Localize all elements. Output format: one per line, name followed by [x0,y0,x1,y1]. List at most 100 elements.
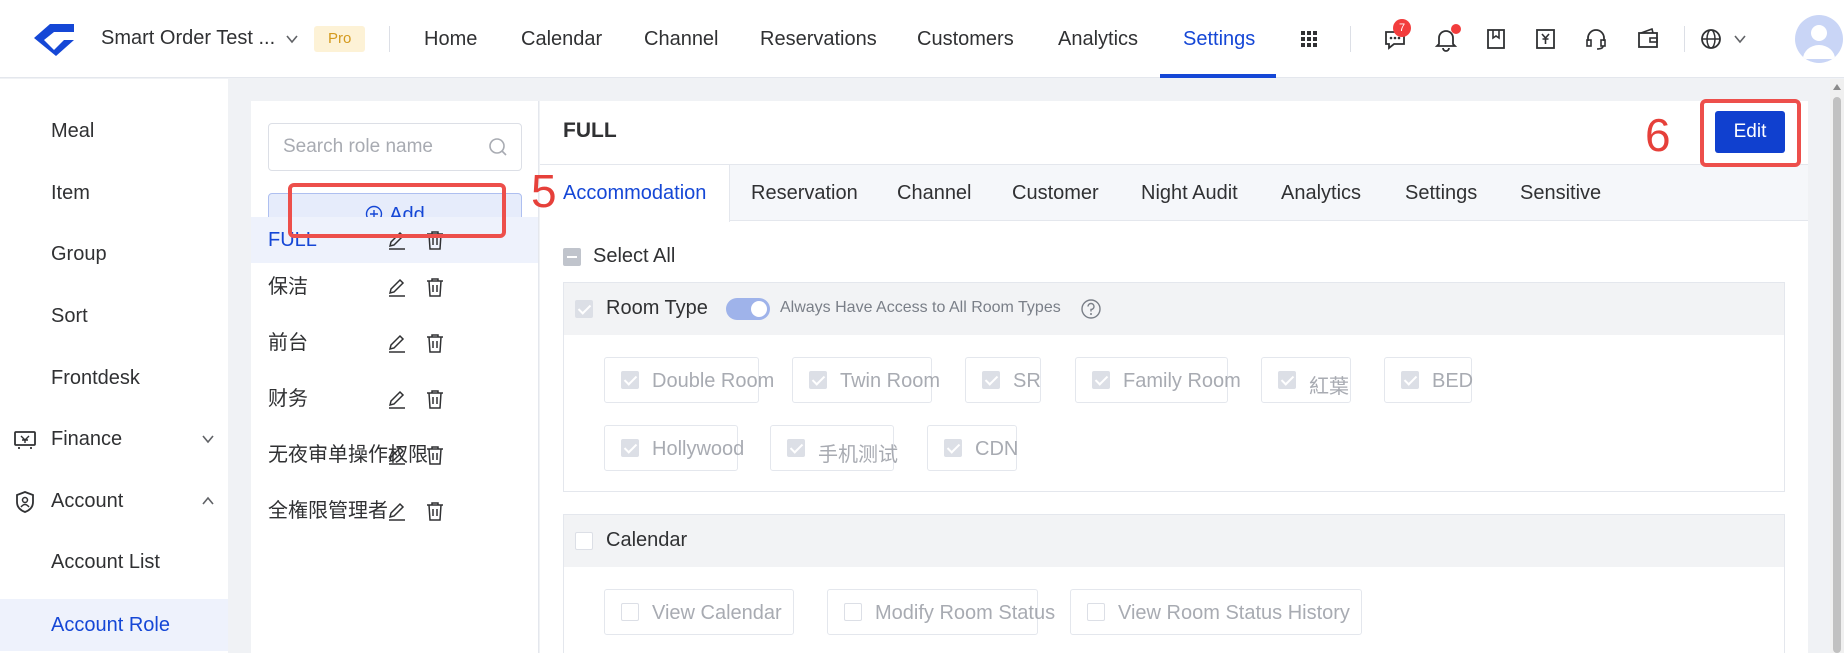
message-count-badge: 7 [1393,19,1411,37]
calendar-option-chip[interactable]: Modify Room Status [827,589,1055,635]
all-room-types-switch[interactable] [726,298,770,320]
nav-home[interactable]: Home [424,0,477,78]
calendar-option-checkbox[interactable] [1087,603,1105,621]
sidebar-item-sort[interactable]: Sort [0,290,228,342]
room-option-chip[interactable]: SR [965,357,1041,403]
tab-channel[interactable]: Channel [897,165,972,221]
role-permissions-panel: FULL Edit Accommodation Reservation Chan… [540,101,1808,653]
avatar[interactable] [1795,15,1843,63]
trash-icon[interactable] [424,388,446,410]
sidebar-item-finance[interactable]: Finance [0,413,228,465]
room-option-chip[interactable]: Hollywood [604,425,744,471]
apps-grid-icon[interactable] [1296,26,1322,52]
sidebar-item-meal[interactable]: Meal [0,105,228,157]
calendar-option-chip[interactable]: View Room Status History [1070,589,1362,635]
tab-customer[interactable]: Customer [1012,165,1099,221]
search-icon[interactable] [487,136,509,158]
nav-analytics[interactable]: Analytics [1058,0,1138,78]
sidebar-item-account-role[interactable]: Account Role [0,599,228,651]
role-item[interactable]: 前台 [251,320,538,366]
trash-icon[interactable] [424,444,446,466]
tab-sensitive[interactable]: Sensitive [1520,165,1601,221]
room-option-checkbox[interactable] [1278,371,1296,389]
room-type-group: Room Type Always Have Access to All Room… [563,282,1785,492]
nav-settings[interactable]: Settings [1183,0,1255,78]
room-option-label: Hollywood [652,438,745,460]
edit-icon[interactable] [386,388,408,410]
edit-icon[interactable] [386,500,408,522]
room-option-chip[interactable]: Family Room [1075,357,1241,403]
chevron-down-icon[interactable] [1732,31,1748,47]
calendar-checkbox[interactable] [575,532,593,550]
calendar-option-label: View Room Status History [1118,602,1350,624]
nav-customers[interactable]: Customers [917,0,1014,78]
page-scrollbar[interactable] [1830,79,1844,653]
calendar-option-checkbox[interactable] [621,603,639,621]
invoice-icon[interactable] [1533,26,1559,52]
divider [389,26,390,52]
trash-icon[interactable] [424,332,446,354]
tab-reservation[interactable]: Reservation [751,165,858,221]
select-all-checkbox[interactable] [563,248,581,266]
role-name: 前台 [268,332,308,354]
trash-icon[interactable] [424,500,446,522]
app-logo-icon[interactable] [30,18,80,58]
tab-accommodation[interactable]: Accommodation [540,165,730,222]
step-6-label: 6 [1645,109,1671,161]
sidebar-item-label: Finance [51,428,123,450]
role-item[interactable]: 无夜审单操作权限 [251,432,538,478]
sidebar-item-account-list[interactable]: Account List [0,536,228,588]
sidebar-item-group[interactable]: Group [0,228,228,280]
room-option-chip[interactable]: Double Room [604,357,774,403]
chevron-down-icon[interactable] [284,31,300,47]
room-option-checkbox[interactable] [787,439,805,457]
room-option-chip[interactable]: BED [1384,357,1474,403]
sidebar-item-label: Account Role [51,614,170,636]
calendar-option-chip[interactable]: View Calendar [604,589,794,635]
sidebar-item-frontdesk[interactable]: Frontdesk [0,352,228,404]
role-name: 保洁 [268,276,308,298]
property-name[interactable]: Smart Order Test ... [101,27,275,50]
room-option-checkbox[interactable] [1401,371,1419,389]
role-item[interactable]: 财务 [251,376,538,422]
globe-icon[interactable] [1698,26,1724,52]
edit-icon[interactable] [386,332,408,354]
nav-calendar[interactable]: Calendar [521,0,602,78]
role-item[interactable]: 保洁 [251,264,538,310]
edit-icon[interactable] [386,276,408,298]
room-option-chip[interactable]: Twin Room [792,357,940,403]
room-option-label: BED [1432,370,1474,392]
help-circle-icon[interactable] [1080,298,1102,320]
room-option-chip[interactable]: 紅葉 [1261,357,1351,403]
scroll-up-arrow-icon[interactable] [1833,84,1841,90]
scrollbar-thumb[interactable] [1833,97,1841,653]
tab-analytics[interactable]: Analytics [1281,165,1361,221]
role-search-input[interactable] [283,124,483,170]
trash-icon[interactable] [424,276,446,298]
room-option-chip[interactable]: 手机测试 [770,425,898,471]
room-option-checkbox[interactable] [944,439,962,457]
role-item[interactable]: 全権限管理者 [251,488,538,534]
tab-settings[interactable]: Settings [1405,165,1477,221]
step-5-label: 5 [531,165,557,217]
headset-icon[interactable] [1583,26,1609,52]
room-option-checkbox[interactable] [982,371,1000,389]
calendar-option-checkbox[interactable] [844,603,862,621]
edit-button-highlight [1700,99,1801,167]
sidebar-item-item[interactable]: Item [0,167,228,219]
sidebar-item-account[interactable]: Account [0,475,228,527]
room-option-checkbox[interactable] [621,371,639,389]
room-type-header: Room Type Always Have Access to All Room… [564,283,1784,335]
nav-reservations[interactable]: Reservations [760,0,877,78]
edit-icon[interactable] [386,444,408,466]
room-option-checkbox[interactable] [621,439,639,457]
tab-night-audit[interactable]: Night Audit [1141,165,1238,221]
bookmark-icon[interactable] [1483,26,1509,52]
room-option-checkbox[interactable] [1092,371,1110,389]
wallet-icon[interactable] [1635,26,1661,52]
room-option-chip[interactable]: CDN [927,425,1018,471]
nav-channel[interactable]: Channel [644,0,719,78]
room-type-checkbox[interactable] [575,300,593,318]
permission-tabs: Accommodation Reservation Channel Custom… [540,164,1808,222]
room-option-checkbox[interactable] [809,371,827,389]
